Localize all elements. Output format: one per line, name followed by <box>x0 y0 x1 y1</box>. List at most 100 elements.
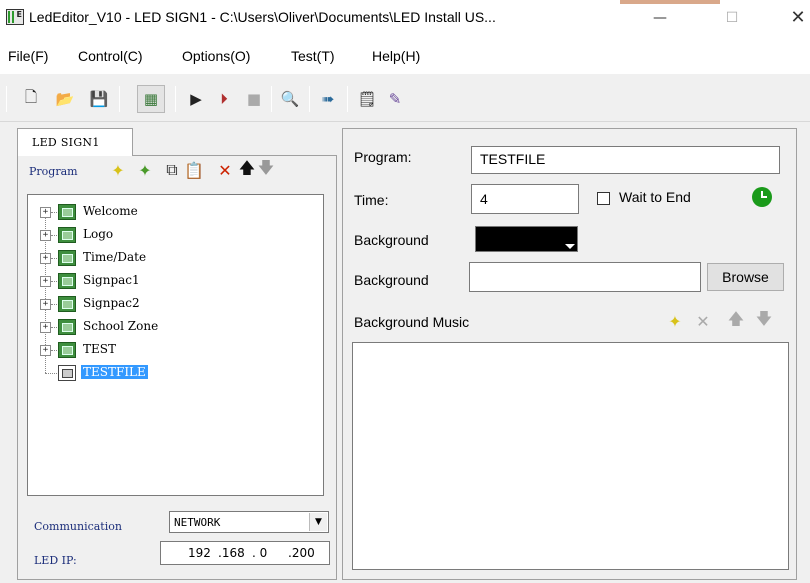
move-down-button[interactable]: 🡇 <box>256 158 276 180</box>
toolbar-separator <box>347 86 348 112</box>
maximize-button[interactable]: ☐ <box>712 6 752 30</box>
communication-select[interactable]: NETWORK ▼ <box>169 511 329 533</box>
play-button[interactable]: ▶ <box>186 89 206 109</box>
tree-item-label: Time/Date <box>83 250 147 264</box>
close-button[interactable]: ✕ <box>778 6 810 30</box>
clean-button[interactable]: ✎ <box>385 89 405 109</box>
move-up-button[interactable]: 🡅 <box>237 158 257 180</box>
new-item-icon: ✦ <box>138 160 152 180</box>
communication-value: NETWORK <box>174 516 221 529</box>
open-button[interactable]: 📂 <box>55 89 75 109</box>
new-file-button[interactable]: 🗋 <box>21 87 41 109</box>
properties-button[interactable]: 🗒 <box>357 89 377 109</box>
tree-item-label: Signpac2 <box>83 296 140 310</box>
menu-test[interactable]: Test(T) <box>291 48 335 64</box>
maximize-icon: ☐ <box>725 10 739 26</box>
program-icon <box>58 227 76 243</box>
music-down-button[interactable]: 🡇 <box>754 309 774 331</box>
expand-icon[interactable]: + <box>40 345 51 356</box>
menu-help[interactable]: Help(H) <box>372 48 420 64</box>
tree-branch-line <box>51 304 57 305</box>
music-up-button[interactable]: 🡅 <box>726 309 746 331</box>
tree-item-signpac2[interactable]: + Signpac2 <box>28 293 318 315</box>
save-button[interactable]: 💾 <box>89 89 109 109</box>
browse-button[interactable]: Browse <box>707 263 784 291</box>
program-name-label: Program: <box>354 149 412 165</box>
tree-item-label: Signpac1 <box>83 273 140 287</box>
copy-button[interactable]: ⧉ <box>162 160 182 180</box>
add-music-button[interactable]: ✦ <box>665 311 685 331</box>
expand-icon[interactable]: + <box>40 253 51 264</box>
tree-item-testfile[interactable]: TESTFILE <box>28 362 318 384</box>
toolbar-separator <box>175 86 176 112</box>
program-icon <box>58 342 76 358</box>
minimize-icon: — <box>653 10 667 26</box>
send-icon: ➠ <box>321 90 335 108</box>
menu-file[interactable]: File(F) <box>8 48 48 64</box>
ip-octet[interactable]: .200 <box>288 546 315 560</box>
wait-to-end-checkbox[interactable] <box>597 192 610 205</box>
tree-item-signpac1[interactable]: + Signpac1 <box>28 270 318 292</box>
stop-icon: ■ <box>246 90 262 108</box>
program-icon <box>58 365 76 381</box>
delete-button[interactable]: ✕ <box>215 160 235 180</box>
music-up-icon: 🡅 <box>727 308 745 328</box>
background-music-list[interactable] <box>352 342 789 570</box>
expand-icon[interactable]: + <box>40 207 51 218</box>
minimize-button[interactable]: — <box>640 6 680 30</box>
ip-octet[interactable]: .168 <box>218 546 245 560</box>
ip-octet[interactable]: 192 <box>188 546 211 560</box>
led-ip-label: LED IP: <box>34 554 77 567</box>
tree-item-time-date[interactable]: + Time/Date <box>28 247 318 269</box>
zoom-button[interactable]: 🔍 <box>280 89 300 109</box>
program-icon <box>58 296 76 312</box>
send-button[interactable]: ➠ <box>318 89 338 109</box>
tree-item-test[interactable]: + TEST <box>28 339 318 361</box>
time-input[interactable]: 4 <box>471 184 579 214</box>
tree-item-school-zone[interactable]: + School Zone <box>28 316 318 338</box>
stop-button[interactable]: ■ <box>244 89 264 109</box>
new-program-button[interactable]: ✦ <box>108 160 128 180</box>
led-ip-input[interactable]: 192 .168 . 0 .200 <box>160 541 330 565</box>
background-color-label: Background <box>354 232 429 248</box>
tab-led-sign1[interactable]: LED SIGN1 <box>17 128 133 156</box>
play-step-button[interactable]: ⏵ <box>214 89 234 109</box>
tab-label: LED SIGN1 <box>32 136 100 149</box>
clean-brush-icon: ✎ <box>388 90 402 108</box>
tree-branch-line <box>51 258 57 259</box>
time-value: 4 <box>480 191 488 207</box>
background-color-picker[interactable] <box>475 226 578 252</box>
program-name-input[interactable]: TESTFILE <box>471 146 780 174</box>
title-bar: E LedEditor_V10 - LED SIGN1 - C:\Users\O… <box>0 0 810 36</box>
window-title: LedEditor_V10 - LED SIGN1 - C:\Users\Oli… <box>29 9 496 25</box>
tree-item-logo[interactable]: + Logo <box>28 224 318 246</box>
program-tree[interactable]: + Welcome + Logo + Time/Date + Signpac1 … <box>27 194 324 496</box>
background-image-input[interactable] <box>469 262 701 292</box>
tree-branch-line <box>51 212 57 213</box>
ip-octet[interactable]: . 0 <box>252 546 267 560</box>
chevron-down-icon[interactable]: ▼ <box>309 513 327 531</box>
program-icon <box>58 250 76 266</box>
play-icon: ▶ <box>190 90 202 108</box>
copy-icon: ⧉ <box>166 160 178 179</box>
tree-item-welcome[interactable]: + Welcome <box>28 201 318 223</box>
program-icon <box>58 319 76 335</box>
properties-icon: 🗒 <box>357 90 377 108</box>
paste-button[interactable]: 📋 <box>184 160 204 180</box>
expand-icon[interactable]: + <box>40 276 51 287</box>
wait-to-end-label: Wait to End <box>619 189 691 205</box>
new-program-icon: ✦ <box>111 160 125 180</box>
expand-icon[interactable]: + <box>40 230 51 241</box>
display-button[interactable]: ▦ <box>141 89 161 109</box>
tree-branch-line <box>51 327 57 328</box>
menu-control[interactable]: Control(C) <box>78 48 143 64</box>
expand-icon[interactable]: + <box>40 322 51 333</box>
expand-icon[interactable]: + <box>40 299 51 310</box>
title-accent-strip <box>620 0 720 4</box>
remove-music-button[interactable]: ✕ <box>693 311 713 331</box>
play-step-icon: ⏵ <box>220 90 228 108</box>
menu-options[interactable]: Options(O) <box>182 48 250 64</box>
new-file-icon: 🗋 <box>24 87 38 106</box>
delete-icon: ✕ <box>218 160 232 180</box>
new-item-button[interactable]: ✦ <box>135 160 155 180</box>
